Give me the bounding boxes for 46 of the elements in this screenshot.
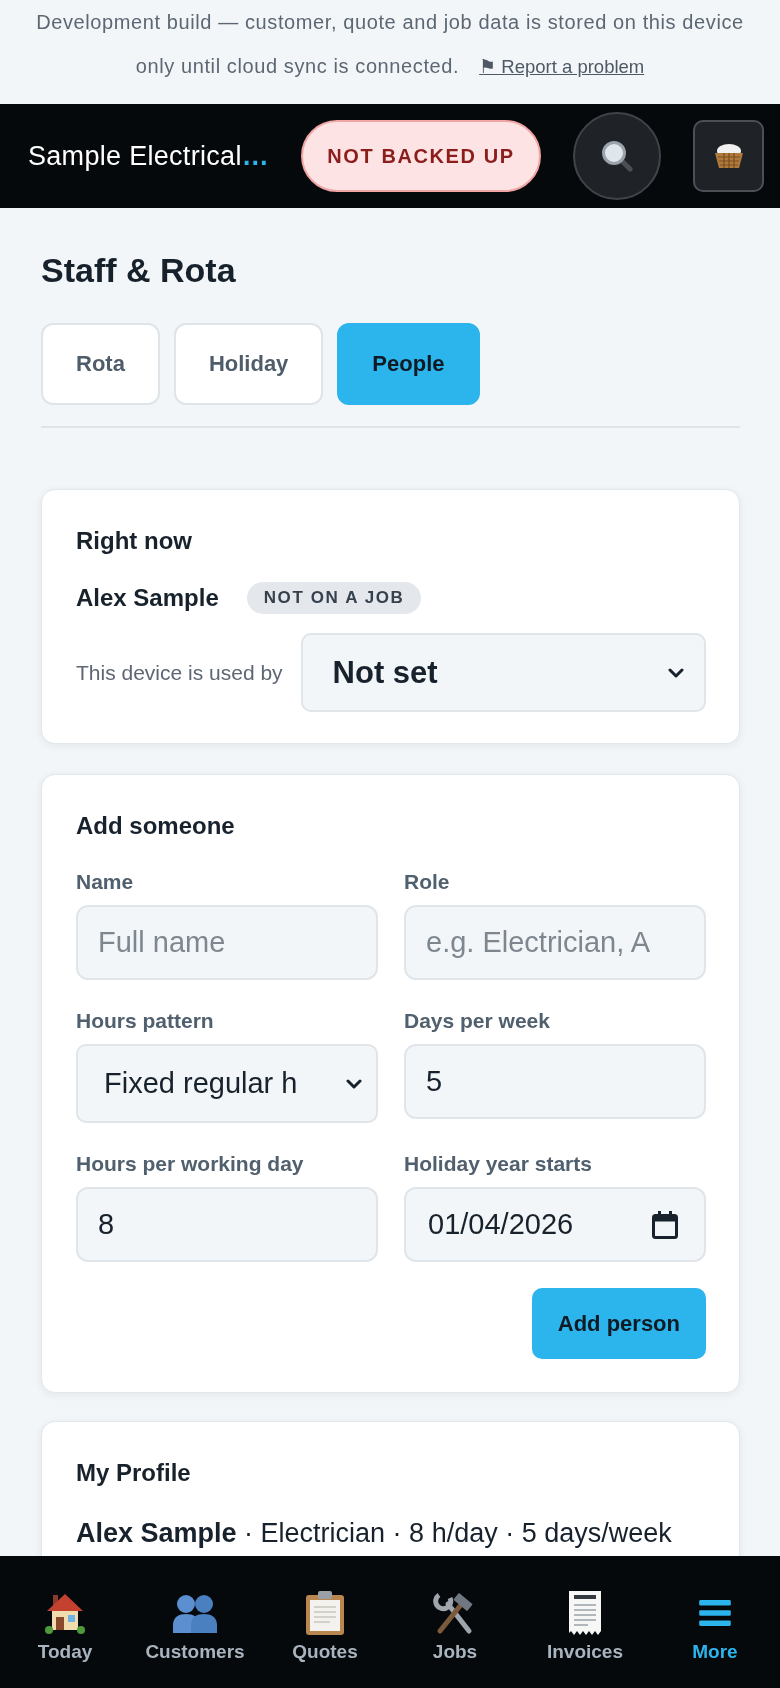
chevron-down-icon xyxy=(346,1078,362,1089)
field-label: Holiday year starts xyxy=(404,1151,593,1177)
tab[interactable]: People xyxy=(337,323,480,405)
card-title: My Profile xyxy=(76,1458,192,1488)
profile-summary: Alex Sample · Electrician · 8 h/day · 5 days/week xyxy=(76,1517,673,1550)
people-icon xyxy=(173,1593,217,1633)
nav-tab[interactable]: Invoices xyxy=(520,1556,650,1688)
device-user-select[interactable]: Not set xyxy=(300,633,706,712)
input-field[interactable]: e.g. Electrician, A xyxy=(404,905,706,980)
page-title: Staff & Rota xyxy=(41,250,237,291)
date-field[interactable]: 01/04/2026 xyxy=(404,1187,706,1262)
report-problem-link[interactable]: ⚑ Report a problem xyxy=(479,56,645,77)
nav-tab[interactable]: Jobs xyxy=(390,1556,520,1688)
business-name: Sample Electrical… xyxy=(28,140,269,172)
receipt-icon xyxy=(568,1591,602,1635)
card-title: Right now xyxy=(76,526,193,556)
search-icon xyxy=(601,140,633,172)
nav-tab[interactable]: Today xyxy=(0,1556,130,1688)
field-label: Hours per working day xyxy=(76,1151,305,1177)
nav-tab[interactable]: More xyxy=(650,1556,780,1688)
backup-status-badge: NOT BACKED UP xyxy=(301,120,541,192)
basket-icon xyxy=(713,143,744,169)
field-label: Role xyxy=(404,869,451,895)
field-label: Name xyxy=(76,869,135,895)
field-label: Hours pattern xyxy=(76,1008,215,1034)
input-field[interactable]: 8 xyxy=(76,1187,378,1262)
calendar-icon xyxy=(652,1210,678,1239)
field-label: Days per week xyxy=(404,1008,551,1034)
clipboard-icon xyxy=(306,1591,344,1635)
nav-tab[interactable]: Quotes xyxy=(260,1556,390,1688)
tab[interactable]: Holiday xyxy=(173,323,324,405)
status-badge: NOT ON A JOB xyxy=(246,582,422,614)
input-field[interactable]: Full name xyxy=(76,905,378,980)
tab[interactable]: Rota xyxy=(41,323,160,405)
card-title: Add someone xyxy=(76,811,236,841)
dev-notice: Development build — customer, quote and job data is stored on this device only until cloud sync is connected. ⚑ Report a problem xyxy=(35,10,745,79)
menu-icon xyxy=(699,1600,731,1626)
nav-tab[interactable]: Customers xyxy=(130,1556,260,1688)
house-icon xyxy=(45,1592,85,1634)
add-person-button[interactable]: Add person xyxy=(531,1288,706,1359)
person-name: Alex Sample xyxy=(76,584,219,612)
device-user-label: This device is used by xyxy=(76,660,283,685)
select-field[interactable]: Fixed regular h xyxy=(76,1044,378,1123)
basket-button[interactable] xyxy=(693,120,764,192)
input-field[interactable]: 5 xyxy=(404,1044,706,1119)
chevron-down-icon xyxy=(668,667,684,678)
